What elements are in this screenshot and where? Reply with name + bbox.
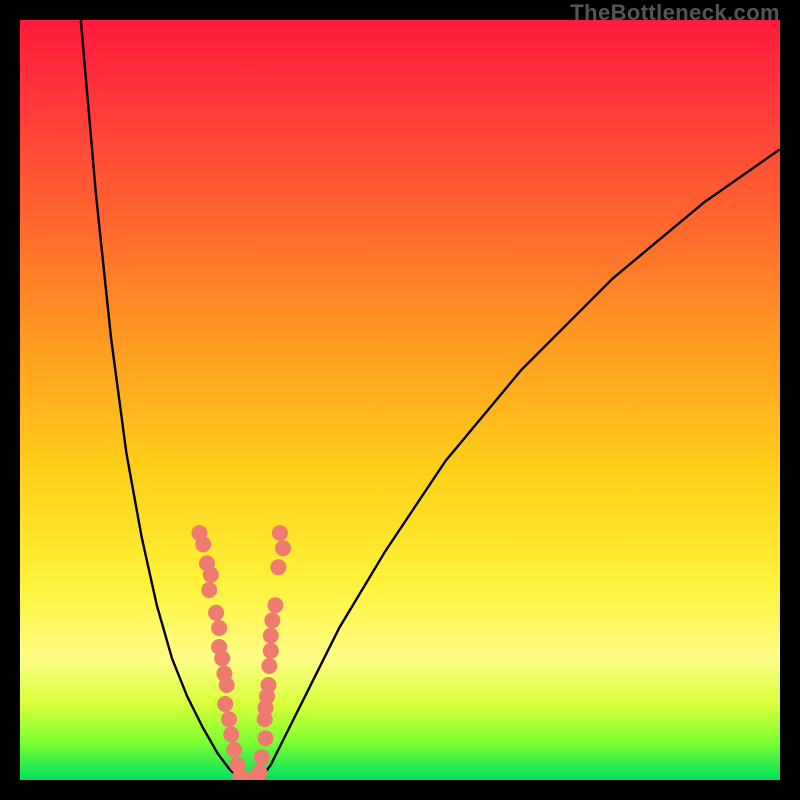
data-dot (275, 540, 291, 556)
data-dot (258, 730, 274, 746)
data-dot (254, 749, 270, 765)
chart-frame: TheBottleneck.com (0, 0, 800, 800)
data-dot (214, 650, 230, 666)
data-dot (221, 711, 237, 727)
data-dot (261, 658, 277, 674)
data-dot (264, 612, 280, 628)
chart-svg (20, 20, 780, 780)
data-dot (257, 711, 273, 727)
data-dot (223, 726, 239, 742)
curve-left-curve (81, 20, 241, 780)
data-dot (201, 582, 217, 598)
chart-plot-area (20, 20, 780, 780)
data-dot (272, 525, 288, 541)
data-dot (208, 605, 224, 621)
data-dot (226, 742, 242, 758)
data-dot (211, 620, 227, 636)
data-dot (195, 536, 211, 552)
data-dot (263, 643, 279, 659)
data-dot (267, 597, 283, 613)
brand-watermark: TheBottleneck.com (570, 0, 780, 26)
data-dot (263, 628, 279, 644)
curve-right-curve (259, 149, 780, 780)
data-dot (217, 696, 233, 712)
data-dot (203, 567, 219, 583)
data-dot (270, 559, 286, 575)
data-dot (219, 677, 235, 693)
